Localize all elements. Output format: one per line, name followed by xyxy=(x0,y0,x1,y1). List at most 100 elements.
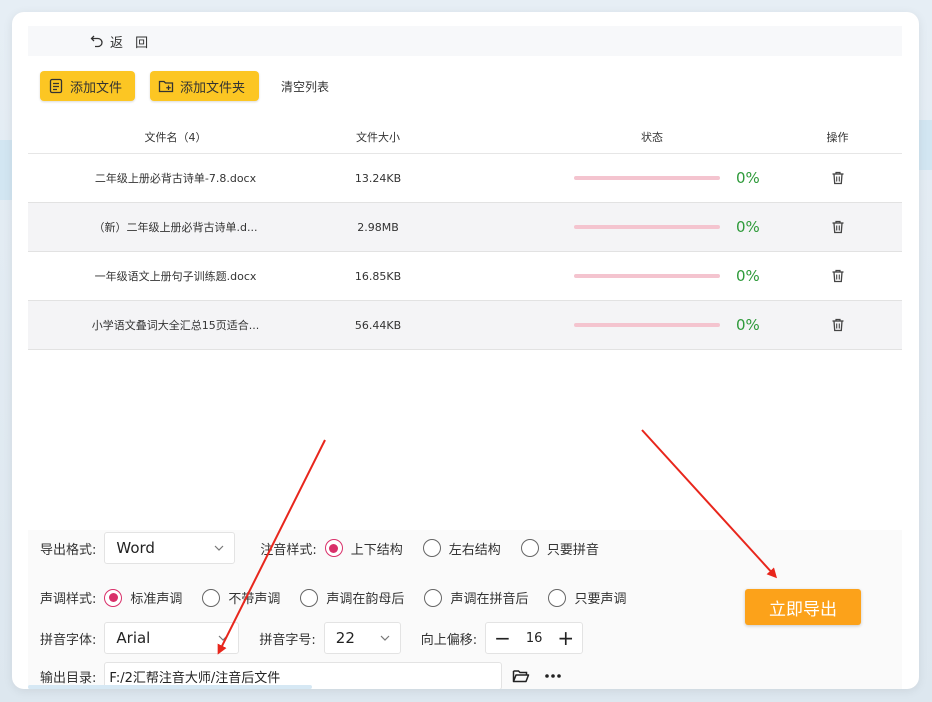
font-size-select[interactable]: 22 xyxy=(323,622,401,654)
app-window: 返 回 添加文件 添加文件夹 清空列表 文件名（4） 文件大小 状态 操作 二年… xyxy=(12,12,919,689)
annot-style-label: 注音样式: xyxy=(260,542,317,558)
radio-tone-after-pinyin[interactable]: 声调在拼音后 xyxy=(424,588,528,607)
top-bar: 返 回 xyxy=(28,26,902,56)
progress-bar xyxy=(574,274,720,278)
folder-open-icon xyxy=(513,670,530,683)
op-cell xyxy=(773,318,902,332)
export-format-label: 导出格式: xyxy=(40,542,97,558)
radio-tone-after-final[interactable]: 声调在韵母后 xyxy=(300,588,404,607)
radio-dot xyxy=(520,539,539,557)
radio-label: 标准声调 xyxy=(130,592,183,607)
file-size: 56.44KB xyxy=(354,318,402,332)
back-button[interactable]: 返 回 xyxy=(90,32,152,51)
settings-row-tone: 声调样式: 标准声调 不带声调 声调在韵母后 声调在拼音后 只要声调 xyxy=(40,588,646,607)
op-cell xyxy=(773,171,902,185)
radio-annot-left-right[interactable]: 左右结构 xyxy=(422,539,501,558)
radio-label: 只要拼音 xyxy=(546,542,599,558)
table-row[interactable]: 一年级语文上册句子训练题.docx 16.85KB 0% xyxy=(28,252,902,301)
increment-button[interactable]: + xyxy=(557,628,574,648)
radio-label: 只要声调 xyxy=(574,592,627,607)
file-name: 二年级上册必背古诗单-7.8.docx xyxy=(94,172,257,185)
file-name: （新）二年级上册必背古诗单.d... xyxy=(93,221,258,234)
font-select[interactable]: Arial xyxy=(104,622,240,654)
file-size: 13.24KB xyxy=(354,171,402,185)
progress-percent: 0% xyxy=(736,267,760,285)
add-folder-button[interactable]: 添加文件夹 xyxy=(150,71,259,101)
op-cell xyxy=(773,269,902,283)
offset-value: 16 xyxy=(525,630,543,646)
output-dir-label: 输出目录: xyxy=(40,670,97,686)
trash-icon xyxy=(832,318,843,332)
delete-button[interactable] xyxy=(831,269,845,283)
back-label: 返 回 xyxy=(110,35,153,51)
tone-style-radios: 标准声调 不带声调 声调在韵母后 声调在拼音后 只要声调 xyxy=(104,588,646,607)
delete-button[interactable] xyxy=(831,318,845,332)
offset-label: 向上偏移: xyxy=(420,632,478,648)
status-cell: 0% xyxy=(433,267,773,285)
table-row[interactable]: 二年级上册必背古诗单-7.8.docx 13.24KB 0% xyxy=(28,154,902,203)
header-status: 状态 xyxy=(641,130,663,144)
browse-folder-button[interactable] xyxy=(512,668,530,684)
radio-annot-top-bottom[interactable]: 上下结构 xyxy=(324,539,403,558)
back-arrow-icon xyxy=(90,35,103,48)
file-name: 一年级语文上册句子训练题.docx xyxy=(94,270,257,283)
radio-label: 不带声调 xyxy=(228,592,281,607)
font-label: 拼音字体: xyxy=(40,632,97,648)
add-file-label: 添加文件 xyxy=(70,80,123,96)
progress-percent: 0% xyxy=(736,169,760,187)
radio-label: 声调在拼音后 xyxy=(450,592,529,607)
radio-annot-pinyin-only[interactable]: 只要拼音 xyxy=(520,539,599,558)
progress-percent: 0% xyxy=(736,316,760,334)
file-table: 文件名（4） 文件大小 状态 操作 二年级上册必背古诗单-7.8.docx 13… xyxy=(28,120,902,350)
delete-button[interactable] xyxy=(831,220,845,234)
font-size-value: 22 xyxy=(335,629,355,647)
radio-tone-standard[interactable]: 标准声调 xyxy=(104,588,182,607)
radio-tone-none[interactable]: 不带声调 xyxy=(202,588,280,607)
chevron-down-icon xyxy=(214,545,224,551)
folder-add-icon xyxy=(158,80,174,93)
table-row[interactable]: （新）二年级上册必背古诗单.d... 2.98MB 0% xyxy=(28,203,902,252)
font-size-label: 拼音字号: xyxy=(259,632,316,648)
radio-dot xyxy=(300,588,319,607)
radio-dot xyxy=(324,539,343,557)
status-cell: 0% xyxy=(433,169,773,187)
clear-list-button[interactable]: 清空列表 xyxy=(281,78,329,95)
tone-style-label: 声调样式: xyxy=(40,592,97,607)
add-file-button[interactable]: 添加文件 xyxy=(40,71,135,101)
file-icon xyxy=(49,78,63,94)
status-cell: 0% xyxy=(433,316,773,334)
annot-style-radios: 上下结构 左右结构 只要拼音 xyxy=(324,539,619,558)
export-now-button[interactable]: 立即导出 xyxy=(745,589,861,625)
radio-label: 上下结构 xyxy=(350,542,403,558)
more-icon xyxy=(545,674,562,678)
horizontal-scrollbar[interactable] xyxy=(28,685,312,689)
radio-tone-only[interactable]: 只要声调 xyxy=(548,588,626,607)
progress-percent: 0% xyxy=(736,218,760,236)
table-header: 文件名（4） 文件大小 状态 操作 xyxy=(28,120,902,154)
file-size: 2.98MB xyxy=(357,220,399,234)
progress-bar xyxy=(574,225,720,229)
offset-stepper[interactable]: − 16 + xyxy=(485,622,584,654)
trash-icon xyxy=(832,269,843,283)
chevron-down-icon xyxy=(218,635,228,641)
chevron-down-icon xyxy=(380,635,390,641)
add-folder-label: 添加文件夹 xyxy=(180,80,246,96)
table-row[interactable]: 小学语文叠词大全汇总15页适合... 56.44KB 0% xyxy=(28,301,902,350)
progress-bar xyxy=(574,323,720,327)
radio-dot xyxy=(424,588,443,607)
decrement-button[interactable]: − xyxy=(494,628,511,648)
more-options-button[interactable] xyxy=(544,673,562,679)
settings-row-format: 导出格式: Word 注音样式: 上下结构 左右结构 只要拼音 xyxy=(40,532,619,564)
export-format-select[interactable]: Word xyxy=(104,532,236,564)
header-name: 文件名（4） xyxy=(144,130,207,144)
radio-dot xyxy=(104,588,123,607)
font-value: Arial xyxy=(116,629,151,647)
radio-dot xyxy=(202,588,221,607)
file-size: 16.85KB xyxy=(354,269,402,283)
trash-icon xyxy=(832,171,843,185)
export-format-value: Word xyxy=(116,539,155,557)
delete-button[interactable] xyxy=(831,171,845,185)
toolbar: 添加文件 添加文件夹 清空列表 xyxy=(40,71,329,101)
radio-label: 声调在韵母后 xyxy=(326,592,405,607)
radio-label: 左右结构 xyxy=(448,542,501,558)
